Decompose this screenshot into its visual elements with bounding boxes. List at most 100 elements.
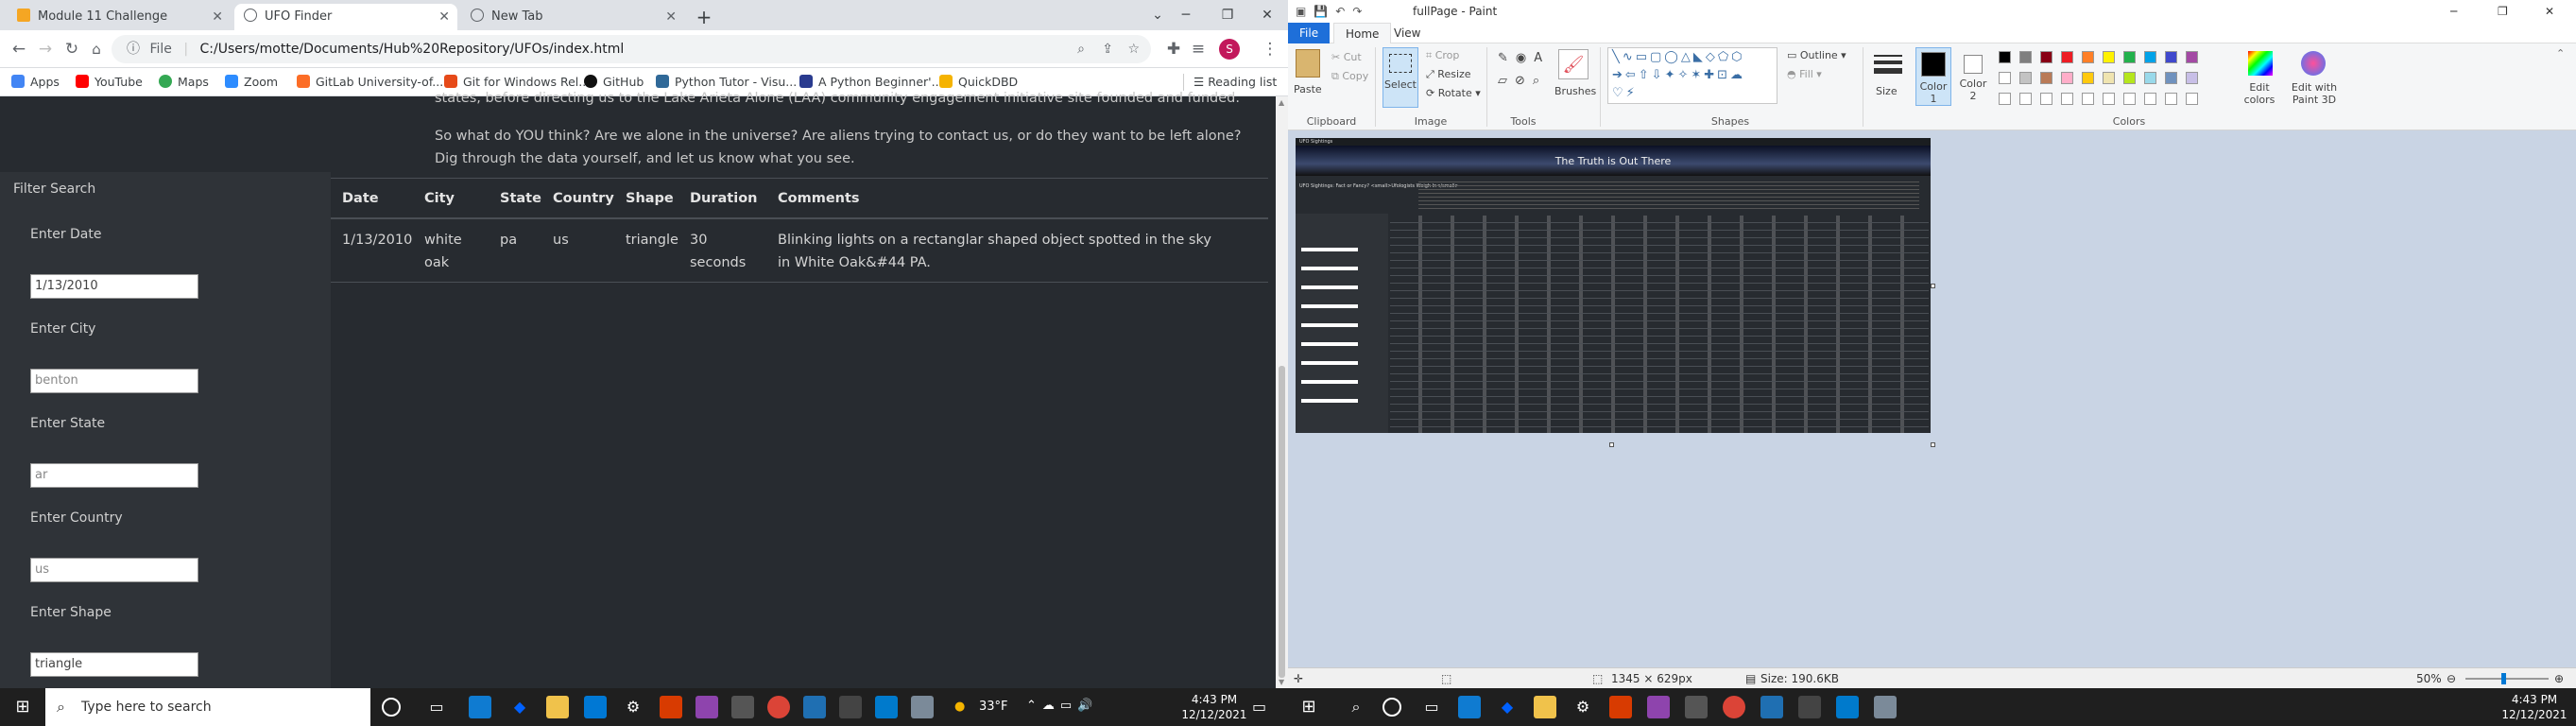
color-swatch[interactable] [2082, 51, 2094, 63]
tab-new-tab[interactable]: New Tab ✕ [461, 4, 684, 30]
size-button[interactable]: Size [1876, 85, 1898, 97]
state-input[interactable]: ar [30, 463, 198, 488]
windows-start-icon[interactable]: ⊞ [1297, 696, 1320, 718]
taskbar-search[interactable]: ⌕ Type here to search [45, 688, 370, 726]
color-swatch[interactable] [2123, 72, 2136, 84]
forward-arrow-icon[interactable]: → [32, 36, 59, 62]
office-icon[interactable] [660, 696, 682, 718]
notifications-icon[interactable]: ▭ [1252, 698, 1266, 716]
resize-handle-bottom[interactable] [1609, 442, 1614, 447]
zoom-taskbar-icon[interactable] [1760, 696, 1783, 718]
terminal-icon[interactable] [1685, 696, 1708, 718]
dropbox-icon[interactable]: ◆ [1496, 696, 1519, 718]
reload-icon[interactable]: ↻ [59, 36, 85, 62]
paint3d-icon[interactable] [2301, 51, 2326, 76]
minimize-button[interactable]: ─ [1165, 0, 1207, 30]
windows-start-icon[interactable]: ⊞ [11, 696, 34, 718]
tab-ufo-finder[interactable]: UFO Finder ✕ [234, 4, 457, 30]
edit-colors-button[interactable]: Edit colors [2239, 81, 2280, 106]
color-swatch[interactable] [2082, 72, 2094, 84]
color-swatch[interactable] [2040, 72, 2052, 84]
country-input[interactable]: us [30, 558, 198, 582]
cmd-icon[interactable] [1798, 696, 1821, 718]
color-swatch[interactable] [2165, 51, 2177, 63]
close-window-button[interactable]: ✕ [1246, 0, 1288, 30]
tab-module-11[interactable]: Module 11 Challenge ✕ [8, 4, 231, 30]
custom-color-slot[interactable] [2103, 93, 2115, 105]
menu-dots-icon[interactable]: ⋮ [1257, 36, 1283, 62]
address-bar[interactable]: ⓘ File | C:/Users/motte/Documents/Hub%20… [112, 35, 1151, 63]
rotate-button[interactable]: ⟳ Rotate ▾ [1426, 87, 1481, 99]
pencil-fill-text-icons[interactable]: ✎◉A [1498, 51, 1550, 65]
scrollbar-thumb[interactable] [1279, 366, 1285, 678]
dropbox-icon[interactable]: ◆ [508, 696, 531, 718]
search-icon[interactable]: ⌕ [1345, 696, 1367, 718]
settings-gear-icon[interactable]: ⚙ [622, 696, 644, 718]
brushes-icon[interactable]: 🖌 [1558, 49, 1589, 79]
edge-icon[interactable] [1458, 696, 1481, 718]
cortana-icon[interactable] [1382, 698, 1401, 717]
cortana-icon[interactable] [382, 698, 401, 717]
task-view-icon[interactable]: ▭ [425, 696, 448, 718]
app-icon[interactable] [1647, 696, 1670, 718]
edit-colors-icon[interactable] [2248, 51, 2273, 76]
resize-handle-corner[interactable] [1931, 442, 1935, 447]
fill-button[interactable]: ◓ Fill ▾ [1787, 68, 1822, 80]
extensions-icon[interactable]: ✚ [1160, 36, 1187, 62]
eraser-picker-magnifier-icons[interactable]: ▱⊘⌕ [1498, 74, 1547, 88]
zoom-slider[interactable] [2465, 673, 2549, 684]
zoom-taskbar-icon[interactable] [803, 696, 826, 718]
back-arrow-icon[interactable]: ← [6, 36, 32, 62]
paste-icon[interactable] [1296, 49, 1320, 78]
color-swatch[interactable] [2019, 72, 2032, 84]
notepad-icon[interactable] [911, 696, 934, 718]
share-icon[interactable]: ⇪ [1102, 35, 1113, 63]
bookmark-gitlab[interactable]: GitLab University-of... [297, 74, 443, 91]
color1-button[interactable]: Color 1 [1915, 47, 1951, 106]
chrome-icon[interactable] [1723, 696, 1745, 718]
color-swatch[interactable] [2165, 72, 2177, 84]
profile-avatar[interactable]: S [1219, 39, 1240, 60]
color-swatch[interactable] [2040, 51, 2052, 63]
copy-button[interactable]: ⧉ Copy [1331, 70, 1368, 83]
brushes-button[interactable]: Brushes [1554, 85, 1596, 97]
weather-text[interactable]: 33°F [979, 700, 1008, 714]
page-scrollbar[interactable]: ▲ ▼ [1276, 96, 1288, 688]
color-swatch[interactable] [2123, 51, 2136, 63]
custom-color-slot[interactable] [2144, 93, 2156, 105]
custom-color-slot[interactable] [2061, 93, 2073, 105]
settings-gear-icon[interactable]: ⚙ [1571, 696, 1594, 718]
color-swatch[interactable] [2186, 51, 2198, 63]
file-explorer-icon[interactable] [546, 696, 569, 718]
scroll-down-icon[interactable]: ▼ [1279, 678, 1284, 686]
scroll-up-icon[interactable]: ▲ [1279, 98, 1284, 107]
date-input[interactable]: 1/13/2010 [30, 274, 198, 299]
collapse-ribbon-icon[interactable]: ⌃ [2556, 47, 2565, 60]
color-swatch[interactable] [2103, 51, 2115, 63]
paste-button[interactable]: Paste [1294, 83, 1322, 95]
bookmark-zoom[interactable]: Zoom [225, 74, 278, 91]
color-swatch[interactable] [2103, 72, 2115, 84]
store-icon[interactable] [584, 696, 607, 718]
color2-button[interactable]: Color 2 [1957, 47, 1989, 106]
taskbar-clock[interactable]: 4:43 PM 12/12/2021 [1181, 692, 1247, 722]
shapes-gallery[interactable]: ╲∿▭▢◯△◣◇⬠⬡ ➔⇦⇧⇩✦✧✶✚⊡☁ ♡⚡ [1607, 47, 1777, 104]
color-swatch[interactable] [1999, 72, 2011, 84]
bookmark-apps[interactable]: Apps [11, 74, 60, 91]
custom-color-slot[interactable] [2082, 93, 2094, 105]
select-button[interactable]: Select [1382, 47, 1418, 108]
maximize-button[interactable]: ❐ [2498, 0, 2508, 23]
close-tab-icon[interactable]: ✕ [212, 4, 223, 30]
zoom-icon[interactable]: ⌕ [1077, 35, 1085, 63]
cmd-icon[interactable] [839, 696, 862, 718]
tray-icons[interactable]: ⌃☁▭🔊 [1026, 699, 1098, 713]
color-swatch[interactable] [2144, 72, 2156, 84]
task-view-icon[interactable]: ▭ [1420, 696, 1443, 718]
resize-handle-right[interactable] [1931, 284, 1935, 288]
restore-button[interactable]: ❐ [1207, 0, 1248, 30]
menu-file[interactable]: File [1288, 23, 1331, 43]
zoom-slider-thumb[interactable] [2501, 673, 2506, 684]
canvas-image[interactable]: UFO Sightings The Truth is Out There UFO… [1296, 138, 1931, 433]
edit-with-paint3d-button[interactable]: Edit with Paint 3D [2286, 81, 2343, 106]
weather-icon[interactable]: ● [954, 700, 965, 714]
